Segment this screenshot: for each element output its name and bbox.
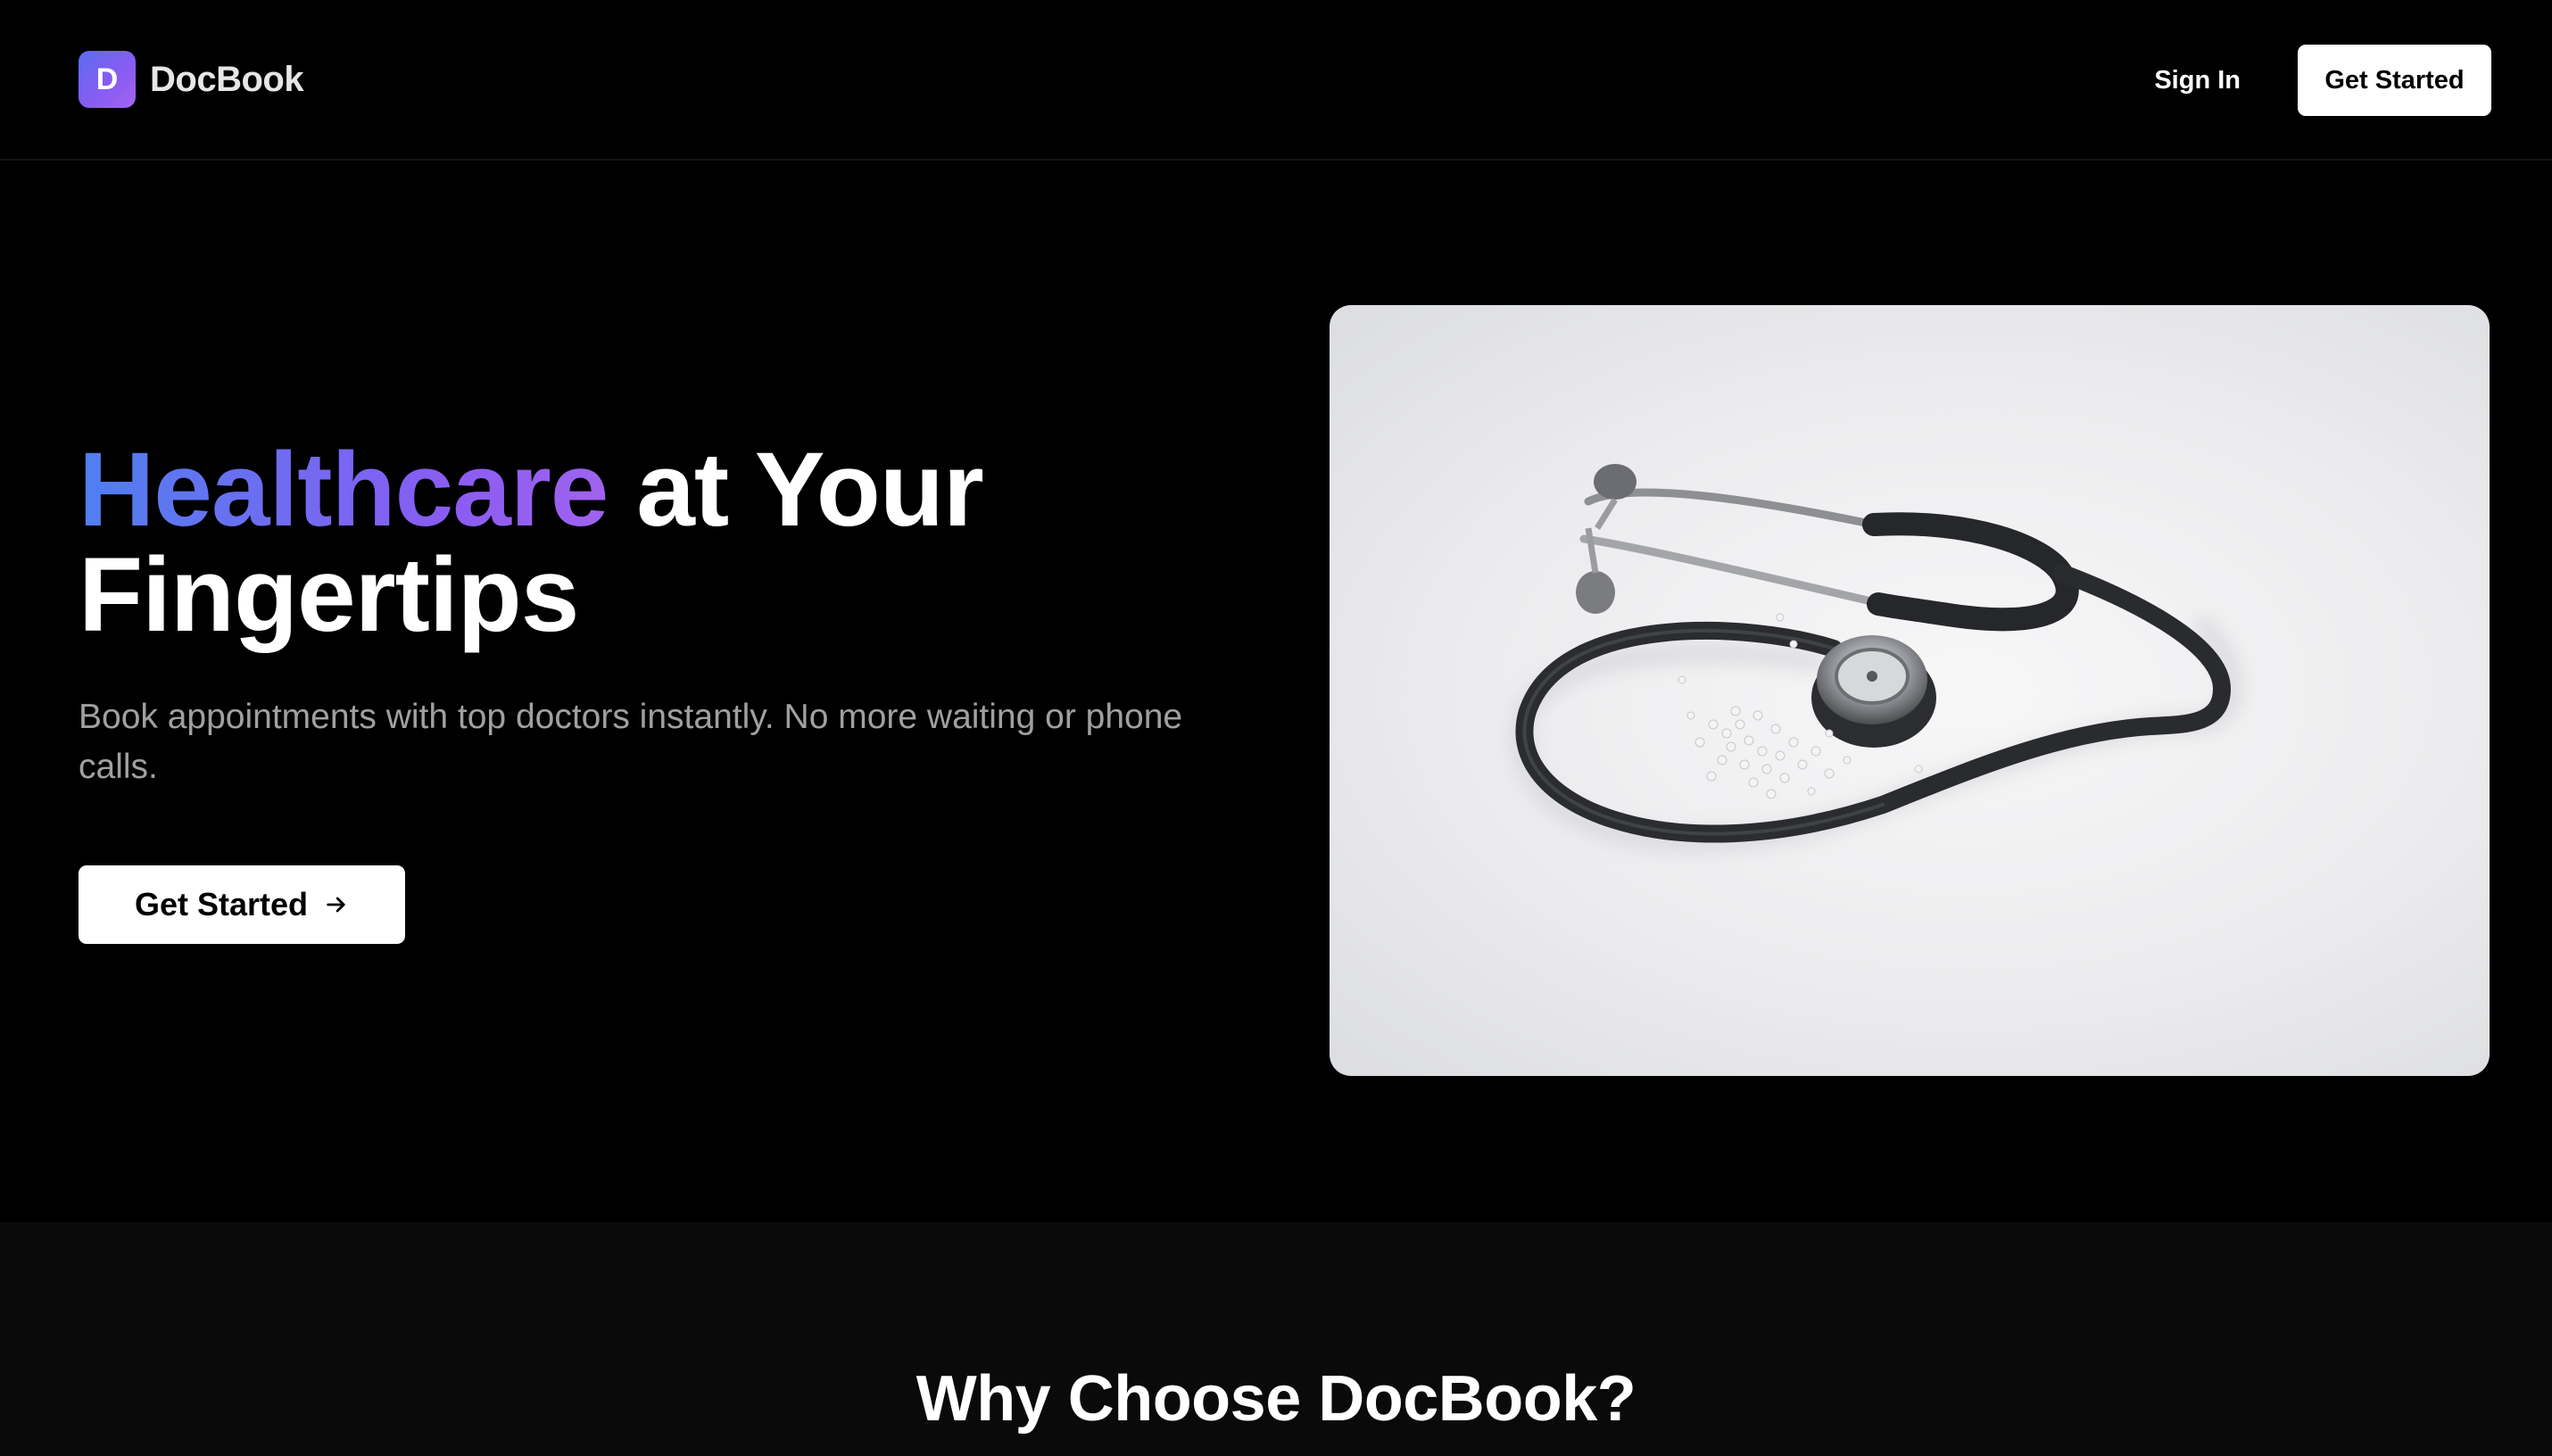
sign-in-link[interactable]: Sign In xyxy=(2154,66,2241,95)
site-header: D DocBook Sign In Get Started xyxy=(0,0,2552,161)
hero-cta-label: Get Started xyxy=(134,886,309,922)
features-section: Why Choose DocBook? xyxy=(0,1222,2552,1456)
brand-logo-link[interactable]: D DocBook xyxy=(79,51,304,108)
hero-section: Healthcare at Your Fingertips Book appoi… xyxy=(0,162,2552,1222)
hero-image xyxy=(1330,305,2490,1076)
hero-get-started-button[interactable]: Get Started xyxy=(79,865,405,944)
hero-title-accent: Healthcare xyxy=(79,431,609,549)
features-title: Why Choose DocBook? xyxy=(916,1363,1636,1435)
brand-name: DocBook xyxy=(150,59,304,99)
hero-title: Healthcare at Your Fingertips xyxy=(79,437,1239,648)
logo-icon: D xyxy=(79,51,136,108)
hero-subtitle: Book appointments with top doctors insta… xyxy=(79,698,1183,786)
header-nav: Sign In Get Started xyxy=(2154,45,2491,116)
arrow-right-icon xyxy=(327,897,345,913)
header-get-started-button[interactable]: Get Started xyxy=(2298,45,2491,116)
stethoscope-illustration xyxy=(1511,464,2242,852)
